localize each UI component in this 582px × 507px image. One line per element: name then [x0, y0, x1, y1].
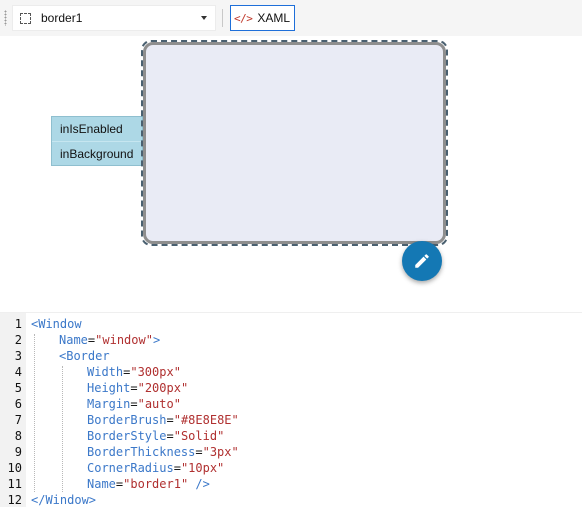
- line-number: 2: [14, 333, 22, 347]
- code-line: 1 <Window: [0, 316, 582, 332]
- xml-value: "10px": [180, 461, 225, 475]
- indent-guide: [62, 366, 63, 492]
- line-number: 11: [7, 477, 22, 491]
- line-number: 9: [14, 445, 22, 459]
- code-text: BorderStyle="Solid": [87, 428, 224, 444]
- xml-tag-close: />: [188, 477, 210, 491]
- code-line: 3 <Border: [0, 348, 582, 364]
- xml-attribute: Margin: [87, 397, 131, 411]
- code-text: Height="200px": [87, 380, 188, 396]
- xaml-code-editor[interactable]: 1 <Window 2 Name="window"> 3 <Border 4 Width="3…: [0, 312, 582, 507]
- line-number: 7: [14, 413, 22, 427]
- xml-equals: =: [195, 445, 203, 459]
- xml-value: "#8E8E8E": [173, 413, 239, 427]
- element-selector[interactable]: border1: [12, 5, 216, 31]
- toolbar: border1 </> XAML: [0, 0, 582, 36]
- code-line: 4 Width="300px": [0, 364, 582, 380]
- xml-tag: </Window>: [31, 493, 97, 507]
- toolbar-grip-icon[interactable]: [4, 10, 7, 26]
- code-line: 6 Margin="auto": [0, 396, 582, 412]
- xml-value: "3px": [202, 445, 239, 459]
- line-number: 8: [14, 429, 22, 443]
- code-text: CornerRadius="10px": [87, 460, 224, 476]
- line-number: 10: [7, 461, 22, 475]
- code-line: 10 CornerRadius="10px": [0, 460, 582, 476]
- code-line: 5 Height="200px": [0, 380, 582, 396]
- xml-tag: <Window: [31, 317, 82, 331]
- xml-equals: =: [173, 461, 181, 475]
- selection-outline: [141, 40, 448, 246]
- code-text: <Window: [31, 316, 82, 332]
- code-text: Name="window">: [59, 332, 160, 348]
- indent-guide: [34, 334, 35, 492]
- xml-equals: =: [130, 397, 138, 411]
- line-number: 3: [14, 349, 22, 363]
- xml-value: "window": [95, 333, 153, 347]
- code-line: 12 </Window>: [0, 492, 582, 507]
- code-line: 8 BorderStyle="Solid": [0, 428, 582, 444]
- code-line: 11 Name="border1" />: [0, 476, 582, 492]
- xml-attribute: Height: [87, 381, 131, 395]
- input-port-list: inIsEnabled inBackground: [51, 116, 143, 166]
- xml-value: "auto": [137, 397, 181, 411]
- line-number: 5: [14, 381, 22, 395]
- xaml-button-label: XAML: [257, 11, 291, 25]
- code-line: 9 BorderThickness="3px": [0, 444, 582, 460]
- xml-attribute: Name: [87, 477, 116, 491]
- xml-equals: =: [130, 381, 138, 395]
- xml-attribute: BorderThickness: [87, 445, 196, 459]
- code-text: Width="300px": [87, 364, 181, 380]
- edit-button[interactable]: [402, 241, 442, 281]
- code-text: BorderBrush="#8E8E8E": [87, 412, 239, 428]
- xml-attribute: Name: [59, 333, 88, 347]
- border-element-icon: [20, 12, 31, 24]
- pencil-icon: [415, 254, 429, 268]
- toolbar-separator: [222, 9, 223, 27]
- code-line: 2 Name="window">: [0, 332, 582, 348]
- xml-value: "200px": [137, 381, 189, 395]
- xml-value: "border1": [123, 477, 189, 491]
- xml-equals: =: [166, 413, 174, 427]
- xml-equals: =: [166, 429, 174, 443]
- code-text: Margin="auto": [87, 396, 181, 412]
- code-icon: </>: [234, 11, 253, 25]
- xml-tag-close: >: [152, 333, 161, 347]
- line-number: 12: [7, 493, 22, 507]
- xml-attribute: Width: [87, 365, 124, 379]
- xml-value: "300px": [130, 365, 181, 379]
- line-number: 6: [14, 397, 22, 411]
- code-line: 7 BorderBrush="#8E8E8E": [0, 412, 582, 428]
- code-text: <Border: [59, 348, 110, 364]
- xml-tag: <Border: [59, 349, 110, 363]
- line-number: 4: [14, 365, 22, 379]
- xml-attribute: BorderBrush: [87, 413, 167, 427]
- code-text: Name="border1" />: [87, 476, 210, 492]
- code-text: BorderThickness="3px": [87, 444, 239, 460]
- element-selector-value: border1: [41, 11, 83, 25]
- xml-value: "Solid": [173, 429, 225, 443]
- xml-attribute: CornerRadius: [87, 461, 174, 475]
- port-inisenabled[interactable]: inIsEnabled: [52, 117, 142, 141]
- chevron-down-icon[interactable]: [201, 16, 207, 20]
- code-text: </Window>: [31, 492, 96, 507]
- xaml-button[interactable]: </> XAML: [230, 5, 295, 31]
- xml-attribute: BorderStyle: [87, 429, 167, 443]
- line-number: 1: [14, 317, 22, 331]
- port-inbackground[interactable]: inBackground: [52, 141, 142, 165]
